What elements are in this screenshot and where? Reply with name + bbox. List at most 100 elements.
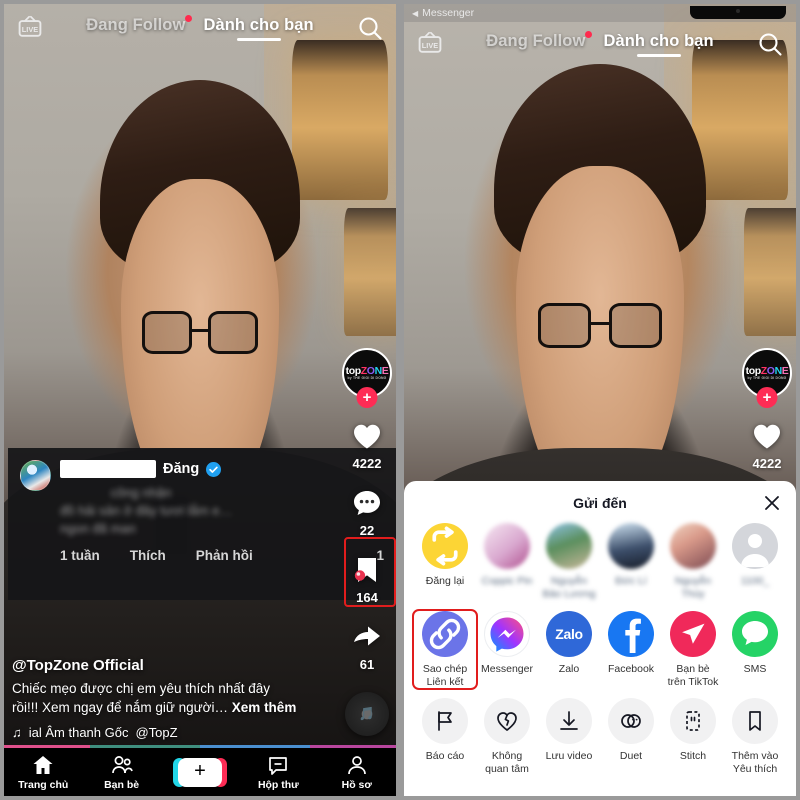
nav-item-inbox[interactable]: Hộp thư [243,754,313,791]
nav-label-profile: Hồ sơ [341,778,372,791]
follow-plus-label: + [762,389,772,406]
share-action-duet[interactable]: Duet [600,698,662,763]
contact-avatar [484,523,530,570]
share-app-label: Sao chép Liên kết [422,662,468,688]
nav-label-friends: Bạn bè [104,778,140,791]
share-app-tiktok-friends[interactable]: Bạn bè trên TikTok [662,610,724,689]
share-contact-label: Đăng lại [425,575,465,588]
music-row[interactable]: ♫ ial Âm thanh Gốc @TopZ [12,725,334,740]
caption-username[interactable]: @TopZone Official [12,657,334,674]
share-action-stitch[interactable]: Stitch [662,698,724,763]
tab-for-you[interactable]: Dành cho bạn [203,16,313,41]
author-avatar-block[interactable]: topZONE by THE GIOI DI DONG + [742,348,792,408]
share-app-label: Bạn bè trên TikTok [667,662,719,688]
share-contact-label: 1100_ [740,575,770,588]
feed-tabs-right: Đang Follow Dành cho bạn [486,30,714,57]
action-rail-right: topZONE by THE GIOI DI DONG + 4222 [742,348,792,485]
action-rail-left: topZONE by THE GIOI DI DONG + 4222 22 16… [342,348,392,736]
tab-following[interactable]: Đang Follow [86,14,193,41]
comment-text-line1: công nhận [110,485,172,500]
zalo-icon: Zalo [546,610,592,657]
share-app-facebook[interactable]: Facebook [600,610,662,676]
share-action-not-interested[interactable]: Không quan tâm [476,698,538,776]
nav-item-home[interactable]: Trang chủ [8,754,78,791]
caption-line2: rồi!!! Xem ngay để nắm giữ người… [12,699,229,715]
share-contact-5[interactable]: 1100_ [724,523,786,588]
nav-label-inbox: Hộp thư [257,778,299,791]
comment-reply-action[interactable]: Phản hồi [196,548,253,563]
share-contacts-row: Đăng lại Coppic Pin Nguyễn Bảo Lương Đức… [404,523,796,601]
share-app-label: SMS [743,662,767,675]
comment-author-name: Đăng [163,461,200,477]
duet-icon [608,698,654,745]
video-caption-block: @TopZone Official Chiếc mẹo được chị em … [12,657,334,740]
follow-button[interactable]: + [756,387,778,408]
following-notification-dot [585,30,593,38]
share-action-report[interactable]: Báo cáo [414,698,476,763]
download-icon [546,698,592,745]
tab-for-you-label: Dành cho bạn [603,31,714,50]
share-count: 61 [359,657,375,672]
caption-more-link[interactable]: Xem thêm [232,700,297,715]
tab-following-label: Đang Follow [486,31,586,50]
share-sheet-title: Gửi đến [573,495,627,512]
right-phone-panel: ◀ Messenger LIVE Đang Follow Dành cho bạ… [400,0,800,800]
comment-avatar[interactable] [20,460,51,491]
share-action-label: Thêm vào Yêu thích [731,750,779,776]
share-app-copy-link[interactable]: Sao chép Liên kết [412,608,478,691]
like-button[interactable]: 4222 [749,418,785,471]
close-icon[interactable] [762,493,782,513]
share-contact-label: Coppic Pin [481,575,533,588]
tab-for-you[interactable]: Dành cho bạn [603,32,713,57]
back-triangle-icon[interactable]: ◀ [412,9,418,18]
like-button[interactable]: 4222 [349,418,385,471]
nav-item-profile[interactable]: Hồ sơ [322,754,392,791]
share-sheet-header: Gửi đến [404,495,796,523]
nav-item-friends[interactable]: Bạn bè [87,754,157,791]
share-action-add-favorites[interactable]: Thêm vào Yêu thích [724,698,786,776]
share-contact-label: Nguyễn Bảo Lương [542,575,596,601]
share-contact-label: Nguyễn Thúy [674,575,712,601]
share-action-label: Lưu video [545,750,593,763]
live-icon[interactable]: LIVE [16,15,44,41]
person-icon [732,523,778,570]
share-contact-repost[interactable]: Đăng lại [414,523,476,588]
topzone-logo: topZONE by THE GIOI DI DONG [745,365,789,380]
follow-button[interactable]: + [356,387,378,408]
comment-icon [349,485,385,521]
bookmark-button[interactable]: 164 [349,552,385,605]
flag-icon [422,698,468,745]
share-actions-row: Báo cáo Không quan tâm Lưu video Duet St… [404,698,796,776]
live-icon[interactable]: LIVE [416,31,444,57]
top-navigation-right: LIVE Đang Follow Dành cho bạn [400,22,800,66]
svg-text:LIVE: LIVE [422,41,438,50]
comment-text-line3: ngon đã man [60,520,136,536]
share-app-zalo[interactable]: Zalo Zalo [538,610,600,676]
create-icon[interactable]: + [172,757,227,787]
share-app-messenger[interactable]: Messenger [476,610,538,676]
share-contact-label: Đức Lí [615,575,647,588]
share-action-label: Stitch [679,750,707,763]
like-count: 4222 [752,456,782,471]
search-icon[interactable] [356,14,384,42]
comment-button[interactable]: 22 [349,485,385,538]
share-contact-2[interactable]: Nguyễn Bảo Lương [538,523,600,601]
repost-icon [422,523,468,570]
nav-label-home: Trang chủ [18,778,69,791]
share-app-sms[interactable]: SMS [724,610,786,676]
share-contact-1[interactable]: Coppic Pin [476,523,538,588]
feed-tabs-left: Đang Follow Dành cho bạn [86,14,314,41]
tab-following[interactable]: Đang Follow [486,30,593,57]
share-app-label: Messenger [481,662,533,675]
music-disc[interactable]: 🎵 [345,692,389,736]
comment-like-action[interactable]: Thích [130,548,166,563]
bookmark-icon [732,698,778,745]
nav-item-create[interactable]: + [165,757,235,787]
share-contact-4[interactable]: Nguyễn Thúy [662,523,724,601]
author-avatar-block[interactable]: topZONE by THE GIOI DI DONG + [342,348,392,408]
search-icon[interactable] [756,30,784,58]
share-action-save-video[interactable]: Lưu video [538,698,600,763]
bookmark-icon [349,552,385,588]
share-contact-3[interactable]: Đức Lí [600,523,662,588]
share-button[interactable]: 61 [349,619,385,672]
